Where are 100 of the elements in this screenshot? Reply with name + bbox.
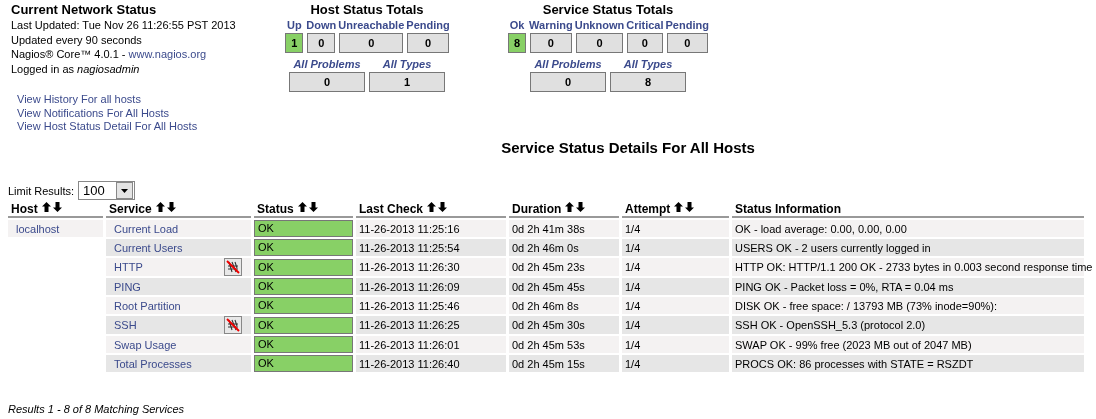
username: nagiosadmin bbox=[77, 62, 140, 75]
service-link[interactable]: Current Users bbox=[114, 239, 183, 256]
sort-icon[interactable] bbox=[565, 202, 586, 212]
attempt: 1/4 bbox=[625, 261, 641, 273]
status-label[interactable]: All Problems bbox=[534, 58, 602, 70]
count-value: 1 bbox=[369, 72, 445, 92]
count-value: 1 bbox=[285, 33, 304, 53]
duration: 0d 2h 45m 23s bbox=[512, 261, 585, 273]
totals-title: Host Status Totals bbox=[310, 2, 424, 18]
status-information: DISK OK - free space: / 13793 MB (73% inode=90%): bbox=[735, 299, 997, 312]
duration: 0d 2h 46m 8s bbox=[512, 299, 579, 312]
status-label[interactable]: Warning bbox=[529, 19, 573, 31]
last-check: 11-26-2013 11:26:25 bbox=[359, 319, 460, 331]
service-link[interactable]: PING bbox=[114, 278, 141, 295]
column-header: Status Information bbox=[735, 202, 841, 216]
last-check: 11-26-2013 11:26:30 bbox=[359, 261, 460, 273]
nav-link[interactable]: View Notifications For All Hosts bbox=[17, 106, 273, 120]
sort-icon[interactable] bbox=[427, 202, 448, 212]
nav-link[interactable]: View History For all hosts bbox=[17, 93, 273, 107]
duration: 0d 2h 45m 53s bbox=[512, 338, 585, 351]
status-value: OK bbox=[254, 258, 353, 276]
attempt: 1/4 bbox=[625, 299, 641, 312]
count-value: 0 bbox=[307, 33, 336, 53]
sort-icon[interactable] bbox=[297, 202, 318, 212]
attempt: 1/4 bbox=[625, 241, 641, 254]
column-header: Status bbox=[257, 202, 294, 216]
nav-link[interactable]: View Host Status Detail For All Hosts bbox=[17, 120, 273, 134]
last-check: 11-26-2013 11:26:40 bbox=[359, 357, 460, 370]
column-header: Last Check bbox=[359, 202, 424, 216]
service-link[interactable]: Current Load bbox=[114, 220, 179, 237]
attempt: 1/4 bbox=[625, 338, 641, 351]
count-value: 0 bbox=[666, 33, 708, 53]
version-text: Nagios® Core™ 4.0.1 - bbox=[11, 48, 127, 60]
status-information: HTTP OK: HTTP/1.1 200 OK - 2733 bytes in 0.003 second response time bbox=[735, 261, 1093, 273]
limit-dropdown[interactable]: 100 bbox=[78, 181, 136, 200]
sort-icon[interactable] bbox=[674, 202, 695, 212]
count-value: 0 bbox=[575, 33, 624, 53]
status-label[interactable]: Pending bbox=[665, 19, 709, 31]
service-link[interactable]: Total Processes bbox=[114, 355, 192, 372]
count-value: 8 bbox=[508, 33, 527, 53]
duration: 0d 2h 45m 30s bbox=[512, 319, 585, 331]
attempt: 1/4 bbox=[625, 319, 641, 331]
count-value: 0 bbox=[289, 72, 365, 92]
duration: 0d 2h 46m 0s bbox=[512, 241, 579, 254]
column-header: Host bbox=[11, 202, 38, 216]
status-value: OK bbox=[254, 336, 353, 353]
status-label[interactable]: All Types bbox=[623, 58, 673, 70]
count-value: 0 bbox=[530, 33, 572, 53]
sort-icon[interactable] bbox=[41, 202, 62, 212]
service-link[interactable]: Root Partition bbox=[114, 297, 181, 314]
attempt: 1/4 bbox=[625, 357, 641, 370]
column-header: Service bbox=[109, 202, 152, 216]
service-link[interactable]: Swap Usage bbox=[114, 336, 177, 353]
status-value: OK bbox=[254, 239, 353, 256]
status-value: OK bbox=[254, 316, 353, 334]
section-title: Current Network Status bbox=[11, 2, 158, 18]
website-link[interactable]: www.nagios.org bbox=[128, 48, 207, 60]
count-value: 0 bbox=[627, 33, 663, 53]
status-information: SWAP OK - 99% free (2023 MB out of 2047 MB) bbox=[735, 338, 972, 351]
status-information: PING OK - Packet loss = 0%, RTA = 0.04 ms bbox=[735, 280, 954, 293]
status-value: OK bbox=[254, 220, 353, 237]
status-label[interactable]: Critical bbox=[626, 19, 664, 31]
page-title: Service Status Details For All Hosts bbox=[500, 139, 756, 156]
column-header: Duration bbox=[512, 202, 562, 216]
last-check: 11-26-2013 11:25:54 bbox=[359, 241, 460, 254]
duration: 0d 2h 45m 15s bbox=[512, 357, 585, 370]
limit-label: Limit Results: bbox=[8, 184, 75, 197]
attempt: 1/4 bbox=[625, 222, 641, 235]
last-check: 11-26-2013 11:25:46 bbox=[359, 299, 460, 312]
duration: 0d 2h 45m 45s bbox=[512, 280, 585, 293]
status-label[interactable]: Unreachable bbox=[338, 19, 405, 31]
attempt: 1/4 bbox=[625, 280, 641, 293]
status-label[interactable]: Up bbox=[286, 19, 302, 31]
status-label[interactable]: All Types bbox=[382, 58, 432, 70]
status-information: USERS OK - 2 users currently logged in bbox=[735, 241, 931, 254]
status-value: OK bbox=[254, 297, 353, 314]
status-information: SSH OK - OpenSSH_5.3 (protocol 2.0) bbox=[735, 319, 926, 331]
sort-icon[interactable] bbox=[155, 202, 176, 212]
count-value: 0 bbox=[407, 33, 449, 53]
last-updated: Last Updated: Tue Nov 26 11:26:55 PST 2013 bbox=[11, 18, 237, 33]
update-interval: Updated every 90 seconds bbox=[11, 32, 143, 47]
duration: 0d 2h 41m 38s bbox=[512, 222, 585, 235]
results-summary: Results 1 - 8 of 8 Matching Services bbox=[8, 403, 185, 415]
status-value: OK bbox=[254, 278, 353, 295]
status-label[interactable]: Down bbox=[306, 19, 337, 31]
column-header: Attempt bbox=[625, 202, 671, 216]
status-value: OK bbox=[254, 355, 353, 372]
status-label[interactable]: All Problems bbox=[293, 58, 361, 70]
status-information: OK - load average: 0.00, 0.00, 0.00 bbox=[735, 222, 907, 235]
count-value: 0 bbox=[530, 72, 606, 92]
last-check: 11-26-2013 11:26:09 bbox=[359, 280, 460, 293]
last-check: 11-26-2013 11:25:16 bbox=[359, 222, 460, 235]
login-text: Logged in as bbox=[11, 62, 75, 75]
status-label[interactable]: Unknown bbox=[574, 19, 625, 31]
caret-icon bbox=[116, 182, 134, 199]
status-label[interactable]: Pending bbox=[406, 19, 450, 31]
totals-title: Service Status Totals bbox=[542, 2, 674, 18]
last-check: 11-26-2013 11:26:01 bbox=[359, 338, 460, 351]
status-label[interactable]: Ok bbox=[509, 19, 525, 31]
count-value: 0 bbox=[339, 33, 404, 53]
